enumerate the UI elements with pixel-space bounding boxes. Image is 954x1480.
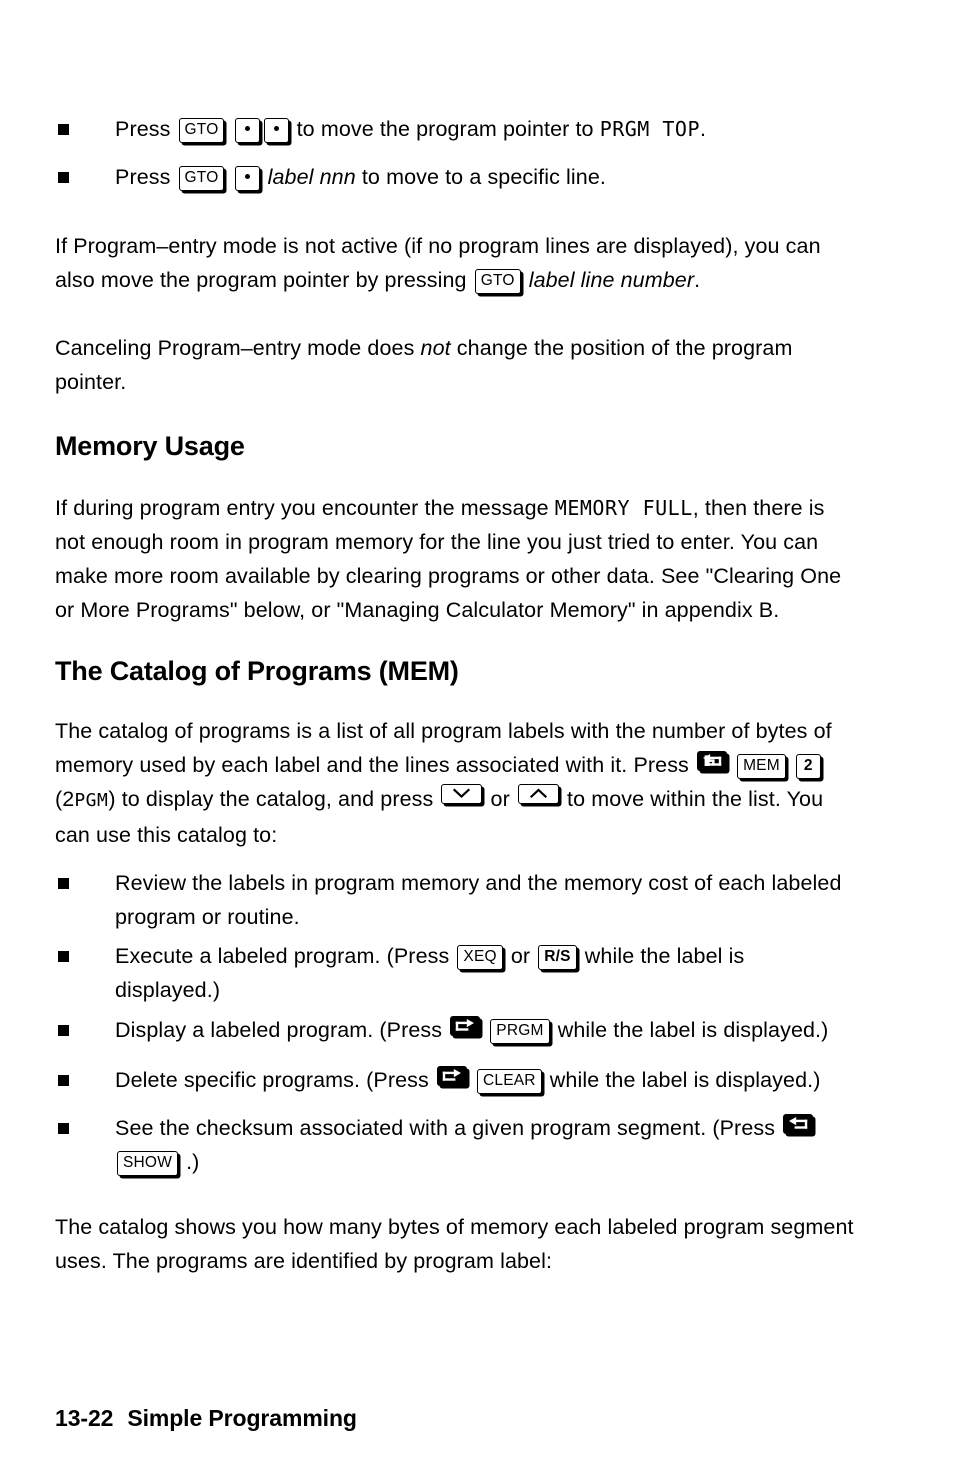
bullet-square-icon xyxy=(58,1025,69,1036)
press-label: Press xyxy=(115,165,171,189)
instruction-text: Execute a labeled program. (Press xyxy=(115,944,450,968)
label-line-number-italic: label line number xyxy=(528,268,695,292)
right-shift-key[interactable] xyxy=(450,1016,481,1036)
gto-key[interactable]: GTO xyxy=(178,165,225,191)
list-item-content: Display a labeled program. (Press PRGM w… xyxy=(115,1013,855,1047)
bullet-square-icon xyxy=(58,1075,69,1086)
not-emphasis: not xyxy=(420,336,451,360)
heading-catalog-of-programs: The Catalog of Programs (MEM) xyxy=(55,656,459,686)
bullet-square-icon xyxy=(58,1123,69,1134)
list-item: See the checksum associated with a given… xyxy=(55,1111,855,1179)
list-item-content: Press GTO label nnn to move to a specifi… xyxy=(115,160,855,194)
decimal-point-key[interactable] xyxy=(234,117,260,143)
instruction-text: to move the program pointer to xyxy=(296,117,594,141)
decimal-point-key[interactable] xyxy=(234,165,260,191)
or-text: or xyxy=(490,787,510,811)
dot-glyph-icon xyxy=(244,126,250,132)
paragraph-segment-3: to display the catalog, and press xyxy=(121,787,434,811)
paragraph-text-before: If during program entry you encounter th… xyxy=(55,496,549,520)
xeq-key[interactable]: XEQ xyxy=(457,944,503,970)
heading-memory-usage: Memory Usage xyxy=(55,431,245,461)
list-item-content: Review the labels in program memory and … xyxy=(115,871,842,929)
list-item: Delete specific programs. (Press CLEAR w… xyxy=(55,1063,855,1097)
footer-page-number: 13-22 xyxy=(55,1405,114,1431)
sentence-period: . xyxy=(694,268,701,292)
prgm-key[interactable]: PRGM xyxy=(490,1018,550,1044)
list-item-content: Execute a labeled program. (Press XEQ or… xyxy=(115,939,855,1007)
instruction-text: Delete specific programs. (Press xyxy=(115,1068,429,1092)
paragraph-canceling: Canceling Program–entry mode does not ch… xyxy=(55,331,855,399)
list-item-content: Press GTO to move the program pointer to… xyxy=(115,112,855,146)
catalog-paren-open: (2 xyxy=(55,787,75,811)
gto-key[interactable]: GTO xyxy=(474,268,521,294)
list-item-content: Delete specific programs. (Press CLEAR w… xyxy=(115,1063,855,1097)
paragraph-line-2-before: also move the program pointer by pressin… xyxy=(55,268,467,292)
list-item-content: See the checksum associated with a given… xyxy=(115,1111,855,1179)
show-key[interactable]: SHOW xyxy=(117,1150,179,1176)
lcd-memory-full: MEMORY FULL xyxy=(554,496,693,520)
sentence-period: . xyxy=(700,117,707,141)
instruction-text: Display a labeled program. (Press xyxy=(115,1018,443,1042)
instruction-text-tail: .) xyxy=(186,1150,200,1174)
dot-glyph-icon xyxy=(273,126,279,132)
list-item: Execute a labeled program. (Press XEQ or… xyxy=(55,939,855,1007)
mem-key[interactable]: MEM xyxy=(737,753,786,779)
left-shift-key[interactable] xyxy=(696,751,727,771)
chevron-down-key[interactable] xyxy=(441,784,483,804)
bullet-square-icon xyxy=(58,172,69,183)
list-item: Press GTO label nnn to move to a specifi… xyxy=(55,160,855,194)
list-item: Display a labeled program. (Press PRGM w… xyxy=(55,1013,855,1047)
paragraph-catalog-description: The catalog of programs is a list of all… xyxy=(55,714,855,852)
paragraph-memory-full: If during program entry you encounter th… xyxy=(55,491,855,627)
clear-key[interactable]: CLEAR xyxy=(477,1068,542,1094)
paragraph-program-entry: If Program–entry mode is not active (if … xyxy=(55,229,855,297)
gto-key[interactable]: GTO xyxy=(178,117,225,143)
footer-chapter-title: Simple Programming xyxy=(127,1405,357,1431)
instruction-text-tail: while the label is displayed.) xyxy=(549,1068,821,1092)
decimal-point-key[interactable] xyxy=(263,117,289,143)
bullet-square-icon xyxy=(58,951,69,962)
label-nnn-italic: label nnn xyxy=(267,165,356,189)
lcd-pgm: PGM xyxy=(74,790,109,811)
dot-glyph-icon xyxy=(244,174,250,180)
paragraph-text-before: Canceling Program–entry mode does xyxy=(55,336,415,360)
document-page: Press GTO to move the program pointer to… xyxy=(0,0,954,1480)
chevron-up-key[interactable] xyxy=(517,784,559,804)
press-label: Press xyxy=(115,117,171,141)
instruction-text: See the checksum associated with a given… xyxy=(115,1116,776,1140)
right-shift-key[interactable] xyxy=(436,1066,467,1086)
instruction-text: to move to a specific line. xyxy=(361,165,606,189)
bullet-square-icon xyxy=(58,878,69,889)
paragraph-line-1: If Program–entry mode is not active (if … xyxy=(55,234,821,258)
list-item: Press GTO to move the program pointer to… xyxy=(55,112,855,146)
paragraph-catalog-bytes: The catalog shows you how many bytes of … xyxy=(55,1215,854,1273)
two-key[interactable]: 2 xyxy=(795,753,821,779)
or-text: or xyxy=(510,944,531,968)
run-stop-key[interactable]: R/S xyxy=(538,944,577,970)
page-footer: 13-22 Simple Programming xyxy=(55,1405,357,1432)
catalog-paren-close: ) xyxy=(108,787,116,811)
instruction-text-tail: while the label is displayed.) xyxy=(557,1018,829,1042)
left-shift-key[interactable] xyxy=(783,1114,814,1134)
lcd-prgm-top: PRGM TOP xyxy=(599,117,701,141)
list-item: Review the labels in program memory and … xyxy=(55,866,855,934)
bullet-square-icon xyxy=(58,124,69,135)
